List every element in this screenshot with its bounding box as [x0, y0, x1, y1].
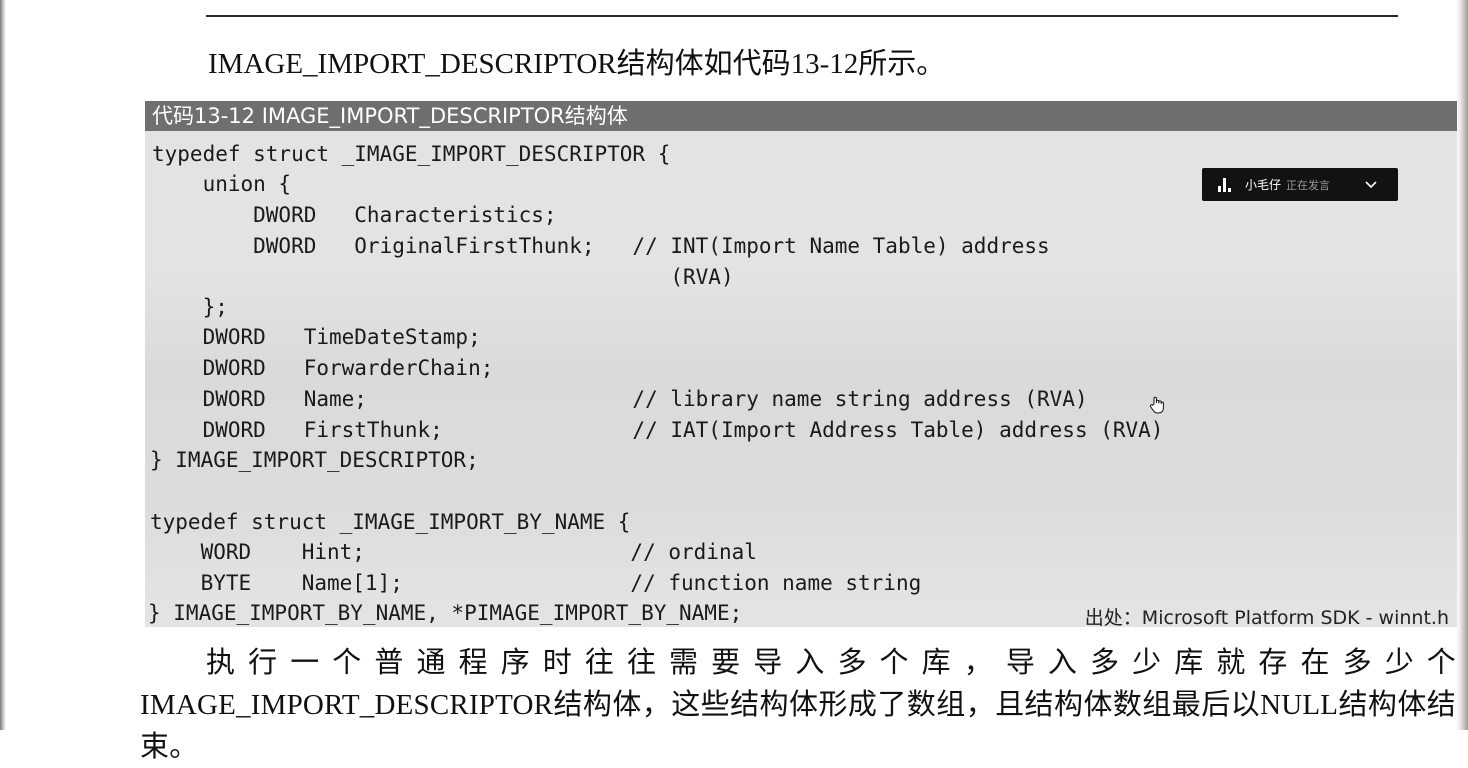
code-line: DWORD Name; // library name string addre… [152, 387, 1088, 411]
top-rule [206, 15, 1398, 17]
code-line: DWORD FirstThunk; // IAT(Import Address … [152, 418, 1164, 442]
code-line: (RVA) [152, 265, 734, 289]
voice-chat-overlay[interactable]: 小毛仔 正在发言 [1202, 168, 1398, 201]
code-line: } IMAGE_IMPORT_DESCRIPTOR; [150, 448, 479, 472]
page-edge-left [0, 0, 6, 730]
audio-level-icon [1218, 178, 1232, 192]
code-listing-header: 代码13-12 IMAGE_IMPORT_DESCRIPTOR结构体 [145, 101, 1457, 131]
speaker-name: 小毛仔 [1245, 178, 1282, 192]
page-edge-right [1456, 0, 1468, 730]
body-paragraph: 执行一个普通程序时往往需要导入多个库，导入多少库就存在多少个IMAGE_IMPO… [140, 647, 1456, 763]
code-line: }; [152, 295, 228, 319]
code-line: DWORD Characteristics; [152, 203, 557, 227]
intro-text: IMAGE_IMPORT_DESCRIPTOR结构体如代码13-12所示。 [208, 48, 946, 80]
hand-cursor-icon [1149, 396, 1165, 414]
code-line: union { [152, 172, 292, 196]
code-line: WORD Hint; // ordinal [150, 540, 757, 564]
code-line: } IMAGE_IMPORT_BY_NAME, *PIMAGE_IMPORT_B… [148, 601, 743, 625]
speaking-status: 正在发言 [1286, 179, 1330, 192]
code-line: typedef struct _IMAGE_IMPORT_BY_NAME { [150, 510, 631, 534]
code-line: DWORD TimeDateStamp; [152, 325, 481, 349]
code-line: DWORD ForwarderChain; [152, 356, 494, 380]
code-line: BYTE Name[1]; // function name string [150, 571, 922, 595]
chevron-down-icon[interactable] [1364, 176, 1378, 190]
code-line: typedef struct _IMAGE_IMPORT_DESCRIPTOR … [152, 142, 671, 166]
source-note: 出处：Microsoft Platform SDK - winnt.h [1084, 607, 1449, 629]
code-line: DWORD OriginalFirstThunk; // INT(Import … [152, 234, 1050, 258]
